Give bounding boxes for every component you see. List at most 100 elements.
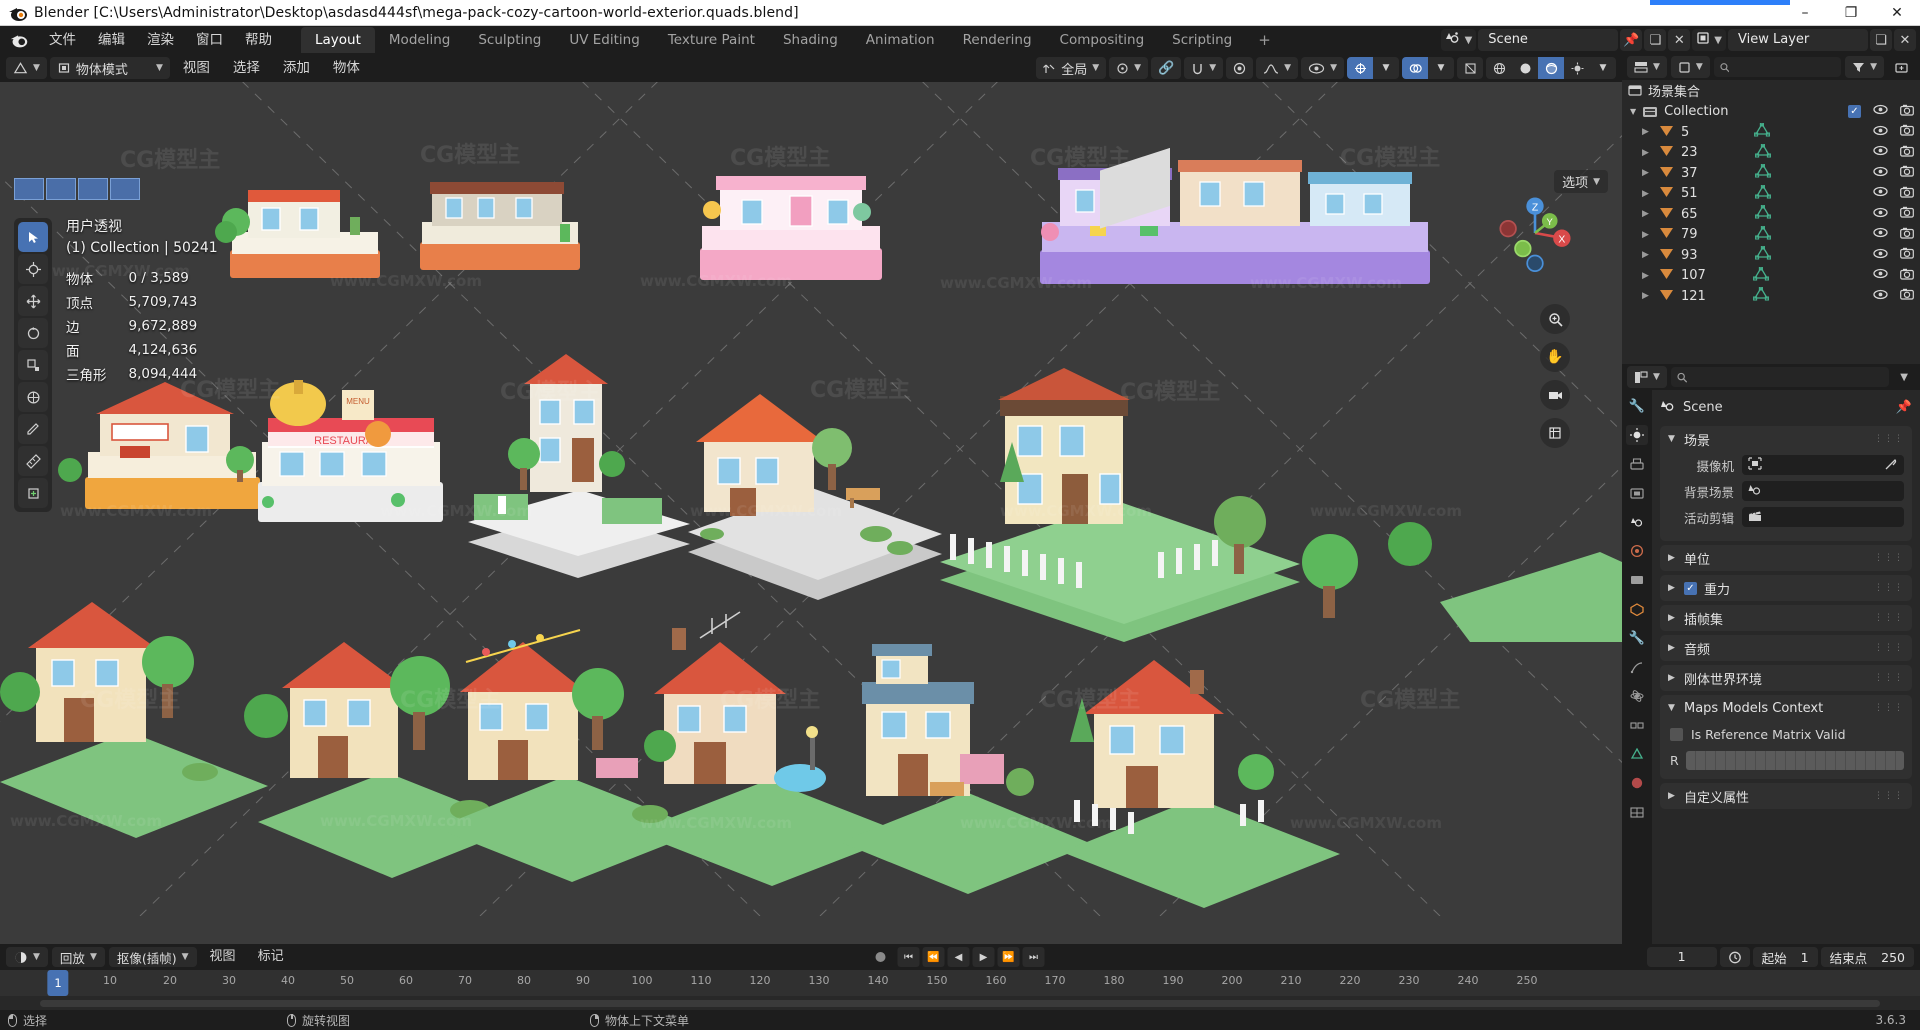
menu-window[interactable]: 窗口 <box>185 29 234 51</box>
disclosure-triangle-icon[interactable]: ▶ <box>1642 250 1652 260</box>
scene-selector[interactable]: ▼ <box>1440 29 1477 51</box>
drag-handle-icon[interactable]: ⋮⋮⋮ <box>1874 583 1904 593</box>
show-overlays-toggle[interactable] <box>1402 57 1428 79</box>
tab-particles[interactable] <box>1626 657 1648 677</box>
menu-file[interactable]: 文件 <box>38 29 87 51</box>
outliner-tree[interactable]: 场景集合 ▼ Collection ✓ ▶ 5 ▶ 23 ▶ 37 ▶ 51 ▶… <box>1622 80 1920 364</box>
chevron-right-icon[interactable]: ▶ <box>1668 673 1677 683</box>
view-layer-selector[interactable]: ▼ <box>1692 29 1726 51</box>
timeline-editor[interactable]: ▼ 回放 ▼ 抠像(插帧) ▼ 视图 标记 ⏮ ⏪ ◀ ▶ ⏩ ⏭ 1 起始 1… <box>0 944 1920 1010</box>
viewport-menu-object[interactable]: 物体 <box>323 57 370 79</box>
tool-transform[interactable] <box>18 382 48 412</box>
hide-in-viewport-icon[interactable] <box>1873 104 1888 119</box>
tool-move[interactable] <box>18 286 48 316</box>
field-background-scene-input[interactable] <box>1742 481 1904 501</box>
outliner-search-field[interactable] <box>1734 60 1836 74</box>
outliner-object-row[interactable]: ▶ 23 <box>1622 143 1920 164</box>
panel-units[interactable]: ▶ 单位 ⋮⋮⋮ <box>1660 545 1912 571</box>
keying-dropdown[interactable]: 抠像(插帧) ▼ <box>108 947 197 967</box>
shading-rendered-button[interactable] <box>1564 57 1590 79</box>
outliner-object-row[interactable]: ▶ 65 <box>1622 204 1920 225</box>
workspace-tab-scripting[interactable]: Scripting <box>1158 27 1246 53</box>
panel-units-header[interactable]: ▶ 单位 ⋮⋮⋮ <box>1660 545 1912 571</box>
field-active-clip-input[interactable] <box>1742 507 1904 527</box>
outliner-filter-button[interactable]: ▼ <box>1845 56 1884 78</box>
timeline-playhead[interactable]: 1 <box>47 970 69 996</box>
viewport-options-button[interactable]: 选项 ▼ <box>1554 170 1608 193</box>
tool-scale[interactable] <box>18 350 48 380</box>
hide-in-viewport-icon[interactable] <box>1873 268 1888 283</box>
shading-wireframe-button[interactable] <box>1486 57 1512 79</box>
workspace-tab-compositing[interactable]: Compositing <box>1046 27 1159 53</box>
toggle-ortho-icon[interactable] <box>1540 418 1570 448</box>
workspace-tab-animation[interactable]: Animation <box>852 27 949 53</box>
close-button[interactable]: ✕ <box>1874 0 1920 26</box>
disable-in-renders-icon[interactable] <box>1900 247 1914 263</box>
proportional-falloff-dropdown[interactable]: ▼ <box>1256 57 1299 79</box>
timeline-editor-type-button[interactable]: ▼ <box>6 947 48 967</box>
play-reverse-button[interactable]: ◀ <box>947 947 970 967</box>
tab-collection[interactable] <box>1626 570 1648 590</box>
outliner-collection-row[interactable]: ▼ Collection ✓ <box>1622 101 1920 122</box>
start-frame-field[interactable]: 起始 1 <box>1752 947 1818 967</box>
properties-search-field[interactable] <box>1692 370 1884 384</box>
hide-in-viewport-icon[interactable] <box>1873 145 1888 160</box>
panel-custom-properties-header[interactable]: ▶ 自定义属性 ⋮⋮⋮ <box>1660 783 1912 809</box>
chevron-right-icon[interactable]: ▶ <box>1668 791 1677 801</box>
disable-in-renders-icon[interactable] <box>1900 104 1914 120</box>
outliner-object-row[interactable]: ▶ 107 <box>1622 266 1920 287</box>
outliner-object-row[interactable]: ▶ 79 <box>1622 225 1920 246</box>
outliner-object-row[interactable]: ▶ 5 <box>1622 122 1920 143</box>
outliner-object-row[interactable]: ▶ 121 <box>1622 286 1920 307</box>
drag-handle-icon[interactable]: ⋮⋮⋮ <box>1874 553 1904 563</box>
panel-rigid-body-world[interactable]: ▶ 刚体世界环境 ⋮⋮⋮ <box>1660 665 1912 691</box>
r-value-bar[interactable] <box>1685 751 1904 770</box>
tab-tool[interactable]: 🔧 <box>1626 396 1648 416</box>
tab-modifiers[interactable]: 🔧 <box>1626 628 1648 648</box>
workspace-tab-layout[interactable]: Layout <box>301 27 375 53</box>
timeline-horizontal-scrollbar[interactable] <box>40 1000 1880 1007</box>
viewport-menu-add[interactable]: 添加 <box>273 57 320 79</box>
jump-to-end-button[interactable]: ⏭ <box>1022 947 1045 967</box>
tab-output[interactable] <box>1626 454 1648 474</box>
remove-view-layer-icon[interactable]: ✕ <box>1894 29 1916 51</box>
disable-in-renders-icon[interactable] <box>1900 268 1914 284</box>
outliner-scene-collection-row[interactable]: 场景集合 <box>1622 80 1920 101</box>
scene-name-field[interactable]: Scene <box>1478 29 1619 51</box>
navigation-gizmo[interactable]: Z X Y <box>1496 194 1574 272</box>
panel-rigid-body-world-header[interactable]: ▶ 刚体世界环境 ⋮⋮⋮ <box>1660 665 1912 691</box>
gravity-checkbox[interactable]: ✓ <box>1684 581 1697 595</box>
properties-editor-type-button[interactable]: ▼ <box>1627 366 1667 388</box>
pan-view-icon[interactable]: ✋ <box>1540 342 1570 372</box>
outliner-display-mode-button[interactable]: ▼ <box>1670 56 1710 78</box>
disable-in-renders-icon[interactable] <box>1900 288 1914 304</box>
panel-keying-sets[interactable]: ▶ 插帧集 ⋮⋮⋮ <box>1660 605 1912 631</box>
disclosure-triangle-icon[interactable]: ▶ <box>1642 209 1652 219</box>
drag-handle-icon[interactable]: ⋮⋮⋮ <box>1874 703 1904 713</box>
timeline-menu-marker[interactable]: 标记 <box>249 947 293 967</box>
maximize-button[interactable]: ❐ <box>1828 0 1874 26</box>
new-scene-icon[interactable]: ❏ <box>1644 29 1667 51</box>
toggle-xray-button[interactable] <box>1457 57 1483 79</box>
pin-id-icon[interactable]: 📌 <box>1896 400 1912 415</box>
show-gizmo-toggle[interactable] <box>1347 57 1373 79</box>
proportional-edit-toggle[interactable] <box>1226 57 1254 79</box>
zoom-view-icon[interactable] <box>1540 304 1570 334</box>
panel-scene[interactable]: ▼ 场景 ⋮⋮⋮ 摄像机 背景场景 活动剪辑 <box>1660 426 1912 541</box>
properties-options-dropdown[interactable]: ▼ <box>1893 366 1915 388</box>
visibility-dropdown[interactable]: ▼ <box>1301 57 1344 79</box>
panel-maps-models-context-header[interactable]: ▼ Maps Models Context ⋮⋮⋮ <box>1660 695 1912 721</box>
disable-in-renders-icon[interactable] <box>1900 186 1914 202</box>
disable-in-renders-icon[interactable] <box>1900 227 1914 243</box>
workspace-tab-texture-paint[interactable]: Texture Paint <box>654 27 769 53</box>
interaction-mode-dropdown[interactable]: 物体模式 ▼ <box>49 57 170 79</box>
tool-annotate[interactable] <box>18 414 48 444</box>
snap-magnet-toggle[interactable]: 🔗 <box>1151 57 1182 79</box>
end-frame-field[interactable]: 结束点 250 <box>1820 947 1914 967</box>
panel-gravity[interactable]: ▶ ✓ 重力 ⋮⋮⋮ <box>1660 575 1912 601</box>
snap-dropdown[interactable]: ▼ <box>1184 57 1224 79</box>
auto-keying-toggle[interactable] <box>875 952 886 962</box>
chevron-down-icon[interactable]: ▼ <box>1668 703 1677 713</box>
new-view-layer-icon[interactable]: ❏ <box>1870 29 1892 51</box>
outliner-object-row[interactable]: ▶ 37 <box>1622 163 1920 184</box>
